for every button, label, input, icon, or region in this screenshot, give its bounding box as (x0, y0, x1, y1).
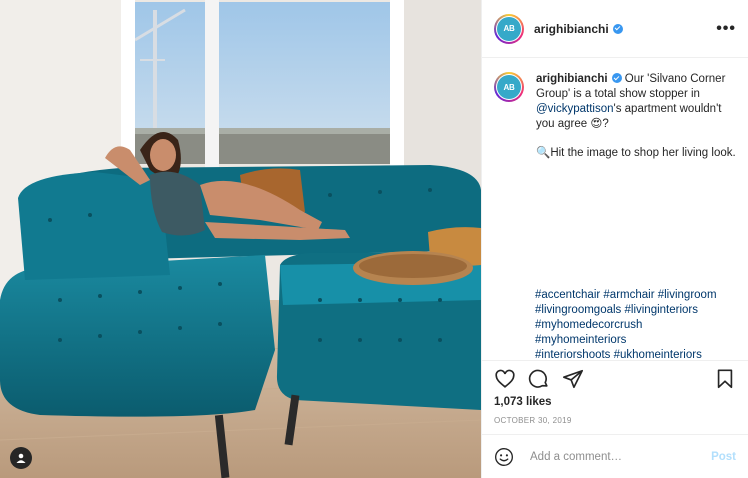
user-tag-icon[interactable] (10, 447, 32, 469)
add-comment-row: Post (482, 434, 748, 478)
mention-link[interactable]: @vickypattison (536, 103, 614, 115)
hashtag-line[interactable]: #livingroomgoals #livinginteriors (535, 303, 740, 318)
caption-shop-line: 🔍Hit the image to shop her living look. (536, 147, 736, 159)
comment-icon[interactable] (528, 368, 550, 390)
hashtag-line[interactable]: #myhomedecorcrush (535, 318, 740, 333)
likes-count[interactable]: 1,073 likes (494, 396, 552, 408)
post-date[interactable]: OCTOBER 30, 2019 (494, 416, 572, 425)
caption-avatar[interactable]: AB (494, 72, 524, 102)
bookmark-icon[interactable] (714, 368, 736, 390)
caption-avatar-initials: AB (497, 75, 521, 99)
hashtag-block: #accentchair #armchair #livingroom #livi… (535, 288, 740, 360)
avatar-initials: AB (497, 16, 521, 41)
hashtag-line[interactable]: #myhomeinteriors (535, 333, 740, 348)
instagram-post: AB arighibianchi ••• AB arighibianchi Ou… (0, 0, 748, 478)
emoji-icon[interactable] (494, 447, 514, 467)
comment-input[interactable] (528, 449, 692, 464)
share-icon[interactable] (562, 368, 584, 390)
caption-username[interactable]: arighibianchi (536, 73, 608, 85)
post-header: AB arighibianchi ••• (482, 0, 748, 58)
hashtag-line[interactable]: #interiorshoots #ukhomeinteriors (535, 348, 740, 360)
caption-area: AB arighibianchi Our 'Silvano Corner Gro… (482, 58, 748, 360)
hashtag-line[interactable]: #accentchair #armchair #livingroom (535, 288, 740, 303)
living-room-photo (0, 0, 481, 478)
avatar[interactable]: AB (494, 13, 524, 44)
action-bar (482, 360, 748, 396)
heart-icon[interactable] (494, 368, 516, 390)
verified-badge-icon (611, 73, 622, 83)
post-comment-button[interactable]: Post (711, 451, 736, 463)
header-username[interactable]: arighibianchi (534, 22, 609, 36)
post-sidebar: AB arighibianchi ••• AB arighibianchi Ou… (481, 0, 748, 478)
post-image[interactable] (0, 0, 481, 478)
caption-text: arighibianchi Our 'Silvano Corner Group'… (536, 72, 736, 161)
verified-badge-icon (612, 23, 623, 34)
more-options-icon[interactable]: ••• (716, 20, 736, 38)
